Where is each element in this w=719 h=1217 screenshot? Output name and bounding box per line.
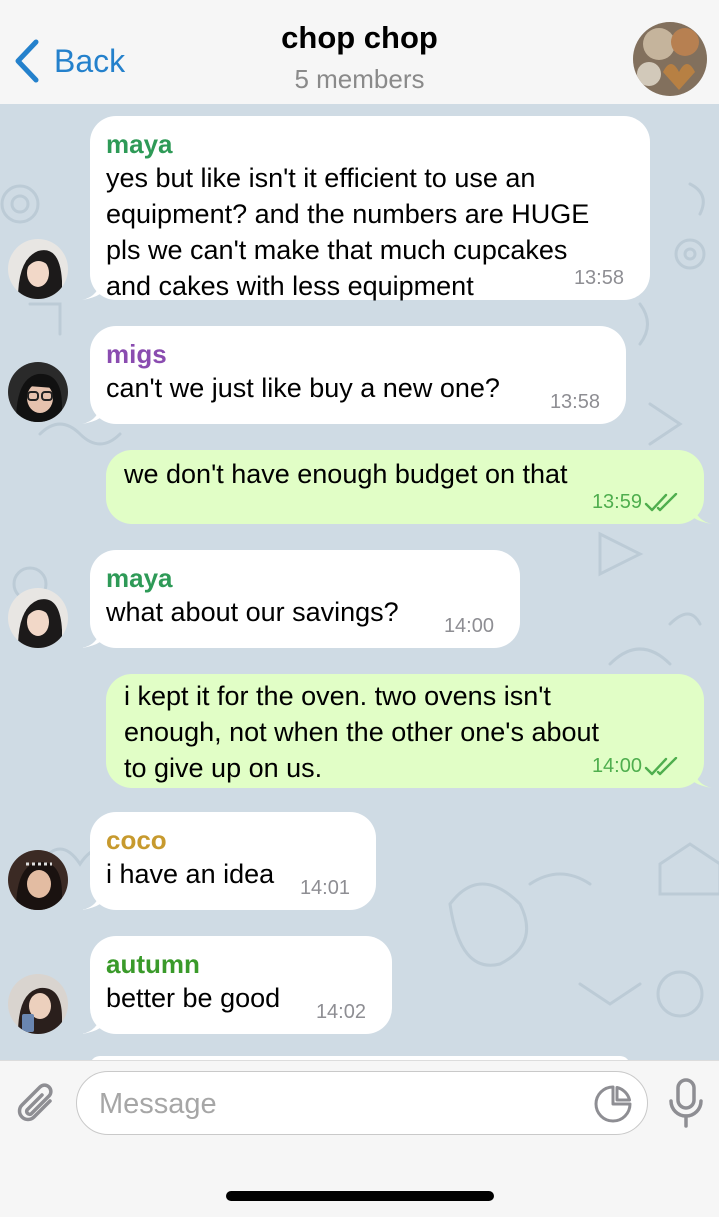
sender-name[interactable]: maya — [106, 562, 502, 594]
double-check-icon — [644, 492, 678, 511]
message-text: what about our savings? — [106, 594, 502, 630]
sticker-icon[interactable] — [593, 1084, 633, 1124]
microphone-icon[interactable] — [664, 1077, 708, 1129]
home-indicator[interactable] — [226, 1191, 494, 1201]
message-line: pls we can't make that much cupcakes — [106, 235, 568, 265]
message-text: can't we just like buy a new one? — [106, 370, 608, 406]
group-avatar[interactable] — [633, 22, 707, 96]
message-bubble[interactable]: maya what about our savings? 14:00 — [82, 550, 520, 648]
message-time: 13:58 — [549, 391, 600, 413]
message-time-value: 14:00 — [591, 755, 642, 777]
sender-name[interactable]: coco — [106, 824, 358, 856]
avatar-maya[interactable] — [8, 239, 68, 299]
sender-name[interactable]: autumn — [106, 948, 374, 980]
sender-name[interactable]: migs — [106, 338, 608, 370]
message-time: 14:02 — [315, 1001, 366, 1023]
sender-name[interactable]: maya — [106, 128, 632, 160]
double-check-icon — [644, 756, 678, 775]
message-bubble[interactable]: autumn better be good 14:02 — [82, 936, 392, 1034]
message-line: yes but like isn't it efficient to use a… — [106, 163, 536, 193]
message-line: equipment? and the numbers are HUGE — [106, 199, 590, 229]
chat-title[interactable]: chop chop — [0, 20, 719, 56]
message-time: 14:00 — [592, 755, 682, 778]
paperclip-icon[interactable] — [14, 1081, 62, 1129]
message-line: and cakes with less equipment — [106, 271, 474, 301]
message-bubble[interactable]: migs can't we just like buy a new one? 1… — [82, 326, 626, 424]
avatar-maya[interactable] — [8, 588, 68, 648]
message-time: 13:59 — [592, 491, 682, 514]
avatar-coco[interactable] — [8, 850, 68, 910]
message-time-value: 13:59 — [591, 491, 642, 513]
composer-bar: Message — [0, 1060, 719, 1217]
message-input-placeholder: Message — [99, 1088, 217, 1120]
message-text: we don't have enough budget on that — [124, 456, 686, 492]
message-line: i kept it for the oven. two ovens isn't — [124, 681, 551, 711]
message-bubble[interactable]: i kept it for the oven. two ovens isn't … — [106, 674, 712, 788]
message-text: yes but like isn't it efficient to use a… — [106, 160, 632, 304]
message-bubble[interactable]: coco i have an idea 14:01 — [82, 812, 376, 910]
avatar-autumn[interactable] — [8, 974, 68, 1034]
avatar-migs[interactable] — [8, 362, 68, 422]
message-input[interactable]: Message — [76, 1071, 648, 1135]
chat-area[interactable]: maya yes but like isn't it efficient to … — [0, 104, 719, 1060]
message-line: we don't have enough budget on that — [124, 459, 568, 489]
message-bubble[interactable]: maya yes but like isn't it efficient to … — [82, 116, 650, 301]
member-count: 5 members — [294, 64, 425, 94]
message-bubble[interactable]: we don't have enough budget on that 13:5… — [106, 450, 712, 524]
message-time: 14:00 — [443, 615, 494, 637]
message-line: can't we just like buy a new one? — [106, 373, 500, 403]
message-line: what about our savings? — [106, 597, 399, 627]
message-time: 13:58 — [573, 267, 624, 289]
chat-header: Back chop chop 5 members — [0, 0, 719, 104]
message-line: enough, not when the other one's about — [124, 717, 600, 747]
message-time: 14:01 — [299, 877, 350, 899]
